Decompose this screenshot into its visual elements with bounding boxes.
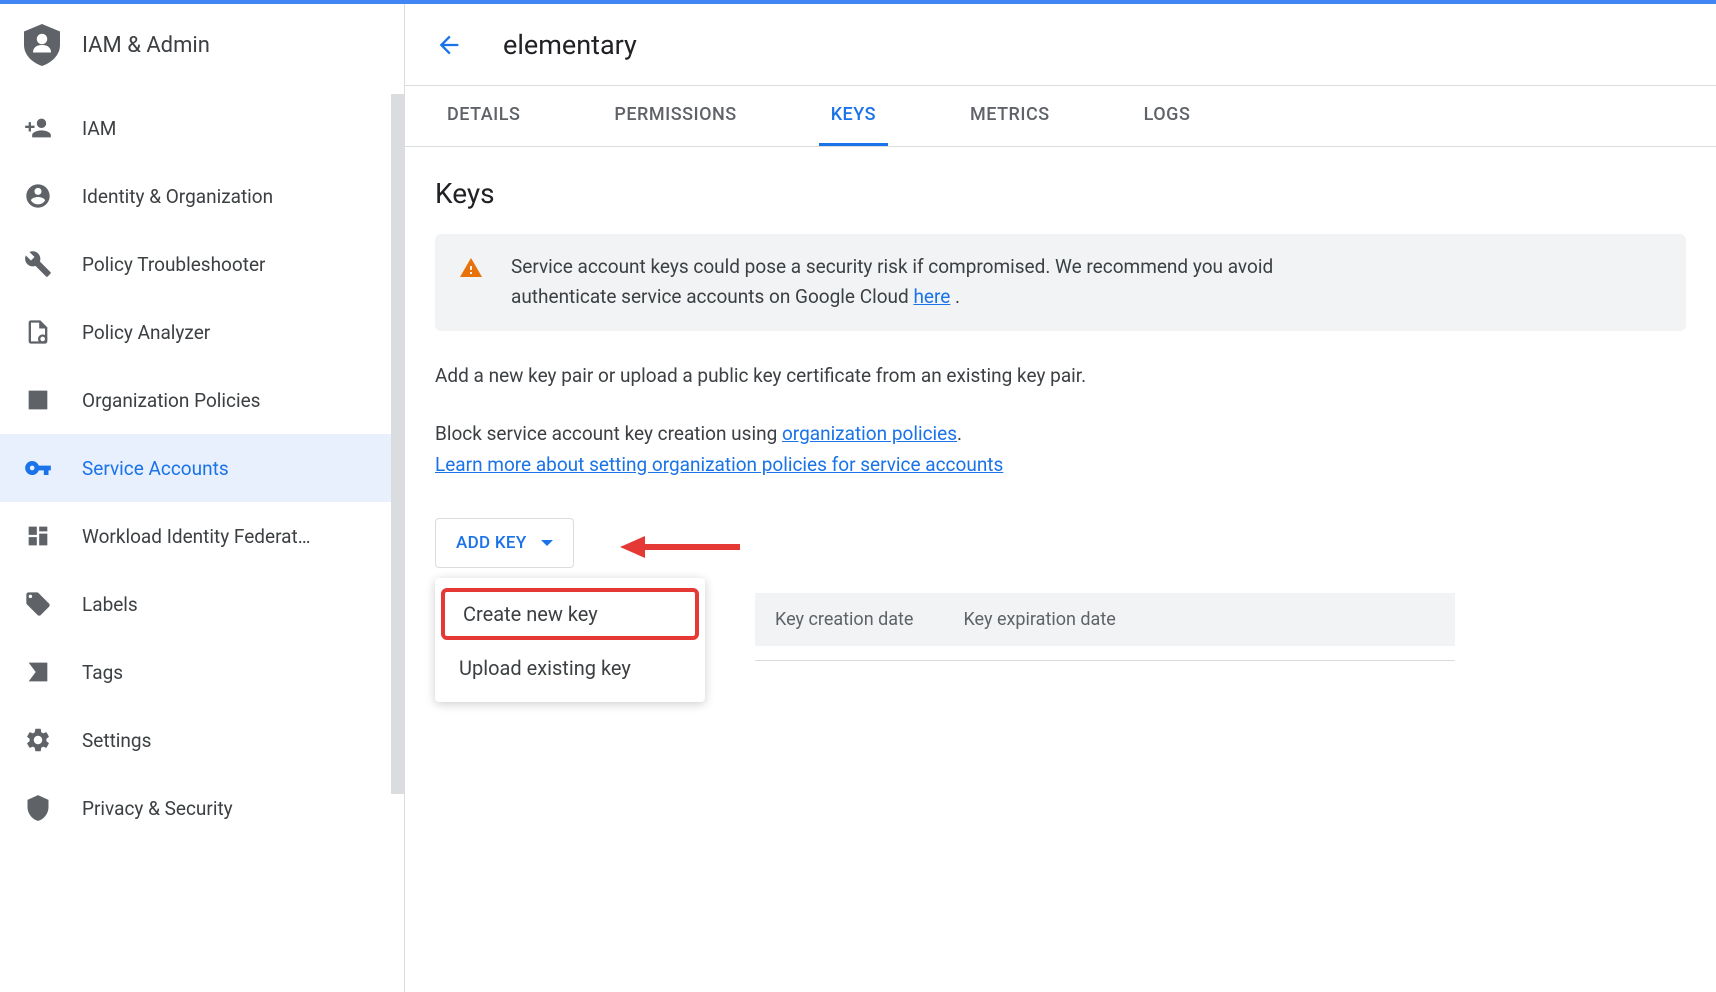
tab-metrics[interactable]: METRICS	[958, 86, 1062, 146]
tab-details[interactable]: DETAILS	[435, 86, 532, 146]
col-creation-date: Key creation date	[775, 609, 913, 630]
sidebar-item-settings[interactable]: Settings	[0, 706, 404, 774]
add-key-label: ADD KEY	[456, 533, 527, 553]
chevron-down-icon	[541, 540, 553, 546]
sidebar-item-analyzer[interactable]: Policy Analyzer	[0, 298, 404, 366]
user-circle-icon	[24, 182, 52, 210]
warning-here-link[interactable]: here	[913, 285, 950, 308]
add-key-container: ADD KEY Create new key Upload existing k…	[435, 518, 574, 568]
app-container: IAM & Admin IAM Identity & Organization …	[0, 4, 1716, 992]
warning-line1: Service account keys could pose a securi…	[511, 255, 1273, 278]
org-policies-link[interactable]: organization policies	[782, 422, 957, 445]
sidebar: IAM & Admin IAM Identity & Organization …	[0, 4, 405, 992]
sidebar-item-label: IAM	[82, 117, 116, 140]
info-add-key: Add a new key pair or upload a public ke…	[435, 361, 1686, 391]
product-title: IAM & Admin	[82, 33, 210, 58]
sidebar-item-workload-identity[interactable]: Workload Identity Federat…	[0, 502, 404, 570]
page-title: elementary	[503, 29, 637, 61]
sidebar-item-label: Labels	[82, 593, 138, 616]
warning-banner: Service account keys could pose a securi…	[435, 234, 1686, 331]
key-icon	[24, 454, 52, 482]
add-user-icon	[24, 114, 52, 142]
add-key-dropdown: Create new key Upload existing key	[435, 578, 705, 702]
section-heading: Keys	[435, 177, 1686, 210]
main-content: elementary DETAILS PERMISSIONS KEYS METR…	[405, 4, 1716, 992]
tag-icon	[24, 590, 52, 618]
sidebar-item-label: Settings	[82, 729, 151, 752]
sidebar-item-label: Policy Troubleshooter	[82, 253, 265, 276]
bookmark-icon	[24, 658, 52, 686]
col-expiration-date: Key expiration date	[963, 609, 1115, 630]
sidebar-item-tags[interactable]: Tags	[0, 638, 404, 706]
tab-permissions[interactable]: PERMISSIONS	[602, 86, 748, 146]
product-header: IAM & Admin	[0, 4, 404, 86]
sidebar-item-label: Identity & Organization	[82, 185, 273, 208]
info2-suffix: .	[957, 422, 962, 445]
warning-text: Service account keys could pose a securi…	[511, 252, 1273, 313]
sidebar-item-label: Organization Policies	[82, 389, 260, 412]
sidebar-item-iam[interactable]: IAM	[0, 94, 404, 162]
sidebar-item-label: Privacy & Security	[82, 797, 233, 820]
sidebar-item-privacy[interactable]: Privacy & Security	[0, 774, 404, 842]
tab-logs[interactable]: LOGS	[1132, 86, 1203, 146]
sidebar-item-label: Policy Analyzer	[82, 321, 210, 344]
warning-icon	[459, 256, 483, 280]
shield-icon	[24, 794, 52, 822]
document-lines-icon	[24, 386, 52, 414]
sidebar-item-label: Service Accounts	[82, 457, 229, 480]
dropdown-create-new-key[interactable]: Create new key	[441, 588, 699, 640]
info-block-keys: Block service account key creation using…	[435, 419, 1686, 480]
sidebar-item-label: Workload Identity Federat…	[82, 525, 310, 548]
gear-icon	[24, 726, 52, 754]
sidebar-item-label: Tags	[82, 661, 123, 684]
page-header: elementary	[405, 4, 1716, 86]
annotation-arrow-icon	[620, 532, 740, 562]
iam-shield-icon	[24, 23, 60, 67]
sidebar-item-identity[interactable]: Identity & Organization	[0, 162, 404, 230]
table-row-separator	[755, 660, 1455, 661]
document-search-icon	[24, 318, 52, 346]
info2-prefix: Block service account key creation using	[435, 422, 782, 445]
tab-keys[interactable]: KEYS	[819, 86, 888, 146]
sidebar-item-labels[interactable]: Labels	[0, 570, 404, 638]
content-area: Keys Service account keys could pose a s…	[405, 147, 1716, 992]
sidebar-nav: IAM Identity & Organization Policy Troub…	[0, 86, 404, 842]
sidebar-item-troubleshooter[interactable]: Policy Troubleshooter	[0, 230, 404, 298]
keys-table-header: Key creation date Key expiration date	[755, 593, 1455, 646]
sidebar-item-org-policies[interactable]: Organization Policies	[0, 366, 404, 434]
back-arrow-icon[interactable]	[435, 31, 463, 59]
warning-suffix: .	[950, 285, 960, 308]
sidebar-scrollbar[interactable]	[391, 94, 404, 794]
add-key-button[interactable]: ADD KEY	[435, 518, 574, 568]
dropdown-upload-existing-key[interactable]: Upload existing key	[435, 642, 705, 694]
tabs: DETAILS PERMISSIONS KEYS METRICS LOGS	[405, 86, 1716, 147]
grid-icon	[24, 522, 52, 550]
warning-line2-prefix: authenticate service accounts on Google …	[511, 285, 913, 308]
learn-more-link[interactable]: Learn more about setting organization po…	[435, 453, 1003, 476]
sidebar-item-service-accounts[interactable]: Service Accounts	[0, 434, 404, 502]
wrench-icon	[24, 250, 52, 278]
